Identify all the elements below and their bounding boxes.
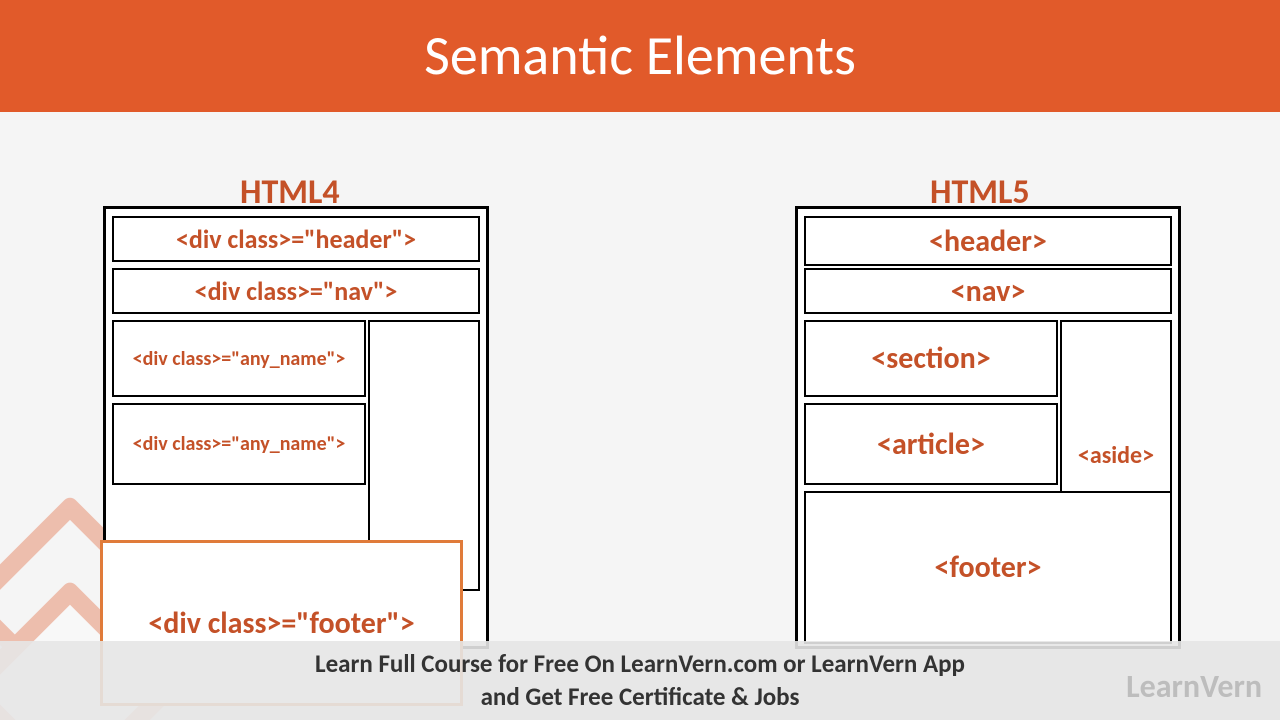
banner-line2: and Get Free Certificate & Jobs <box>481 681 800 714</box>
html5-header-box: <header> <box>804 216 1172 266</box>
page-title: Semantic Elements <box>424 22 856 90</box>
html5-article-box: <article> <box>804 403 1058 485</box>
html5-section-box: <section> <box>804 320 1058 397</box>
title-bar: Semantic Elements <box>0 0 1280 112</box>
html4-section-box: <div class>="any_name"> <box>112 320 366 397</box>
html5-footer-box: <footer> <box>804 491 1172 644</box>
html4-article-box: <div class>="any_name"> <box>112 403 366 485</box>
html5-nav-box: <nav> <box>804 268 1172 314</box>
html4-nav-box: <div class>="nav"> <box>112 268 480 314</box>
html4-header-box: <div class>="header"> <box>112 216 480 262</box>
html5-layout-container: <header> <nav> <section> <article> <asid… <box>795 206 1181 649</box>
diagram-area: HTML4 HTML5 <div class>="header"> <div c… <box>0 112 1280 720</box>
promo-banner: Learn Full Course for Free On LearnVern.… <box>0 641 1280 720</box>
brand-watermark: LearnVern <box>1126 667 1262 706</box>
banner-line1: Learn Full Course for Free On LearnVern.… <box>315 648 965 681</box>
